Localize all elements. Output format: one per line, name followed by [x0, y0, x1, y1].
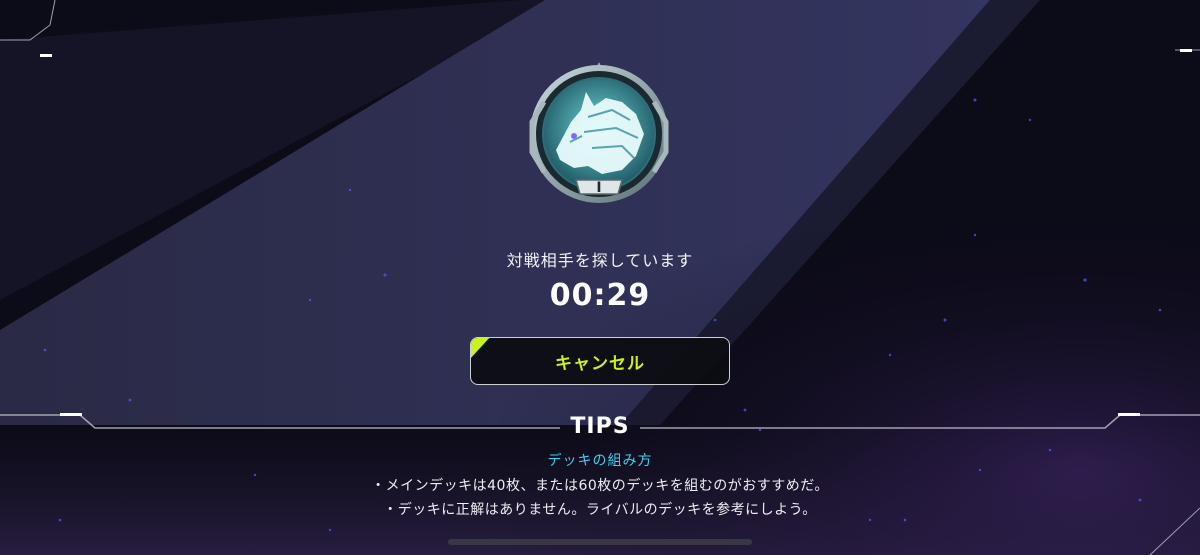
wolf-rank-emblem-icon: I — [529, 62, 669, 203]
matchmaking-timer: 00:29 — [549, 278, 651, 313]
tips-line: ・デッキに正解はありません。ライバルのデッキを参考にしよう。 — [383, 502, 817, 518]
cancel-button-label: キャンセル — [555, 353, 645, 374]
tips-line: ・メインデッキは40枚、または60枚のデッキを組むのがおすすめだ。 — [371, 478, 829, 494]
home-indicator — [448, 539, 752, 545]
cancel-button[interactable]: キャンセル — [470, 337, 730, 385]
searching-status-text: 対戦相手を探しています — [506, 251, 694, 270]
svg-text:I: I — [596, 180, 601, 196]
rank-emblem: I — [526, 62, 672, 210]
tips-subtitle: デッキの組み方 — [547, 453, 653, 469]
tips-title: TIPS — [570, 414, 630, 439]
